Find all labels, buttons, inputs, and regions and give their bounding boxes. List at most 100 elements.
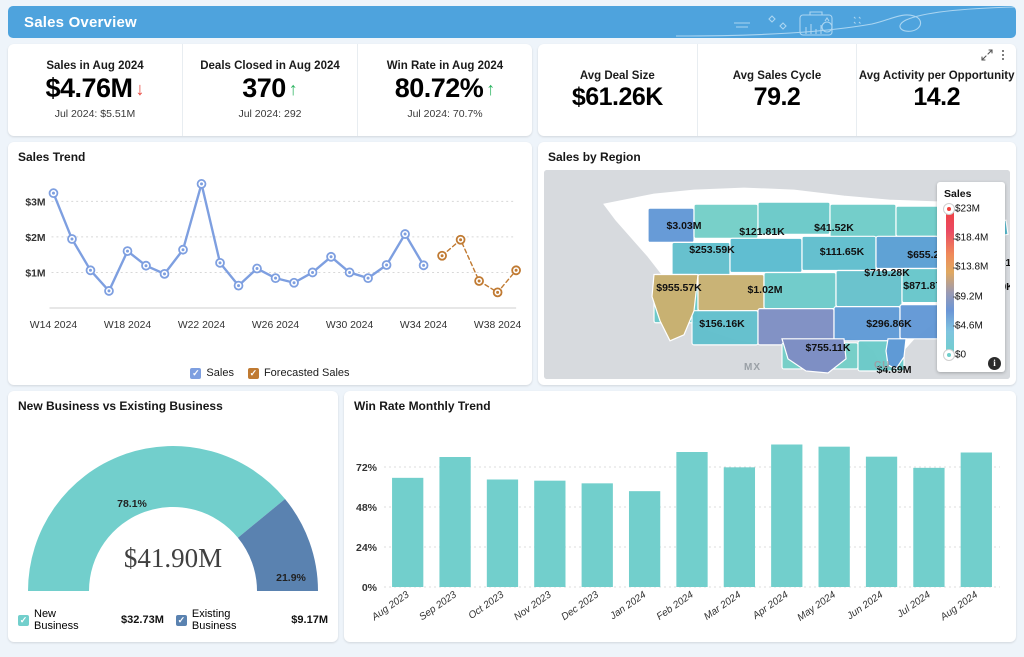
donut-center-total: $41.90M — [8, 543, 338, 574]
panel-title: Sales by Region — [538, 142, 1016, 164]
dashboard-header: Sales Overview — [8, 6, 1016, 38]
kpi-label: Deals Closed in Aug 2024 — [200, 60, 340, 72]
sales-trend-legend: Sales Forecasted Sales — [8, 367, 532, 379]
legend-title: Sales — [944, 188, 1000, 200]
svg-text:$2M: $2M — [25, 233, 45, 244]
kpi-value: $4.76M — [45, 74, 132, 102]
map-region-label: $296.86K — [866, 318, 912, 330]
kpi-card-sales[interactable]: Sales in Aug 2024 $4.76M ↓ Jul 2024: $5.… — [8, 44, 183, 136]
trend-down-arrow-icon: ↓ — [136, 80, 145, 98]
svg-text:Jun 2024: Jun 2024 — [844, 589, 885, 622]
map-region-label: $955.57K — [656, 282, 702, 294]
map-region-label: $1.02M — [747, 284, 782, 296]
legend-tick: $0 — [955, 350, 966, 361]
svg-text:Aug 2023: Aug 2023 — [369, 589, 412, 623]
legend-item-existing-business[interactable]: Existing Business — [176, 608, 277, 632]
map-region-label: $3.03M — [666, 220, 701, 232]
legend-tick: $4.6M — [955, 320, 983, 331]
country-code-mx: MX — [744, 362, 761, 373]
map-region-label: $41.52K — [814, 222, 854, 234]
svg-text:Mar 2024: Mar 2024 — [702, 589, 743, 622]
kpi-comparison: Jul 2024: 70.7% — [407, 108, 482, 120]
svg-text:Aug 2024: Aug 2024 — [938, 589, 981, 623]
checkbox-existing-business[interactable] — [176, 615, 187, 626]
donut-chart[interactable]: 78.1% 21.9% $41.90M — [8, 415, 338, 597]
svg-text:48%: 48% — [356, 502, 378, 514]
trend-up-arrow-icon: ↑ — [486, 80, 495, 98]
trend-up-arrow-icon: ↑ — [289, 80, 298, 98]
slice-pct-new-business: 78.1% — [117, 498, 147, 510]
expand-arrows-icon[interactable] — [981, 49, 993, 61]
svg-text:$3M: $3M — [25, 197, 45, 208]
legend-item-sales[interactable]: Sales — [190, 367, 234, 379]
country-code-cu: CU — [874, 360, 890, 371]
svg-text:24%: 24% — [356, 542, 378, 554]
map-region-label: $156.16K — [699, 318, 745, 330]
charts-row-upper: Sales Trend $1M$2M$3MW14 2024W18 2024W22… — [8, 142, 1016, 385]
kpi-group-primary: Sales in Aug 2024 $4.76M ↓ Jul 2024: $5.… — [8, 44, 532, 136]
sales-trend-plot[interactable]: $1M$2M$3MW14 2024W18 2024W22 2024W26 202… — [8, 168, 526, 348]
panel-sales-trend: Sales Trend $1M$2M$3MW14 2024W18 2024W22… — [8, 142, 532, 385]
charts-row-lower: New Business vs Existing Business 78.1% … — [8, 391, 1016, 642]
page-title: Sales Overview — [8, 14, 137, 31]
map-color-legend: Sales $23M$18.4M$13.8M$9.2M$4.6M$0 i — [937, 182, 1005, 372]
legend-label: Forecasted Sales — [264, 367, 350, 379]
svg-text:W18 2024: W18 2024 — [104, 320, 151, 331]
kpi-group-secondary: Avg Deal Size $61.26K Avg Sales Cycle 79… — [538, 44, 1016, 136]
panel-title: Win Rate Monthly Trend — [344, 391, 1016, 413]
checkbox-sales[interactable] — [190, 368, 201, 379]
color-gradient-bar — [946, 207, 954, 355]
kpi-comparison: Jul 2024: $5.51M — [55, 108, 136, 120]
panel-title: New Business vs Existing Business — [8, 391, 338, 413]
kpi-value: 79.2 — [754, 84, 801, 110]
region-map[interactable]: $3.03M$121.81K$41.52K$253.59K$111.65K$65… — [544, 170, 1010, 379]
kpi-value: $61.26K — [572, 84, 663, 110]
svg-text:Feb 2024: Feb 2024 — [655, 589, 696, 622]
panel-title: Sales Trend — [8, 142, 532, 164]
panel-new-vs-existing: New Business vs Existing Business 78.1% … — [8, 391, 338, 642]
kpi-card-deals-closed[interactable]: Deals Closed in Aug 2024 370 ↑ Jul 2024:… — [183, 44, 358, 136]
svg-text:Jul 2024: Jul 2024 — [895, 589, 933, 621]
win-rate-bar-plot[interactable]: 0%24%48%72%Aug 2023Sep 2023Oct 2023Nov 2… — [344, 421, 1008, 642]
map-region-label: $111.65K — [820, 246, 864, 258]
legend-tick: $18.4M — [955, 233, 988, 244]
checkbox-new-business[interactable] — [18, 615, 29, 626]
kpi-comparison: Jul 2024: 292 — [238, 108, 301, 120]
svg-text:W34 2024: W34 2024 — [400, 320, 447, 331]
legend-min-handle[interactable] — [943, 349, 955, 361]
svg-text:72%: 72% — [356, 462, 378, 474]
kpi-row: Sales in Aug 2024 $4.76M ↓ Jul 2024: $5.… — [8, 44, 1016, 136]
legend-item-forecasted-sales[interactable]: Forecasted Sales — [248, 367, 350, 379]
kpi-card-avg-sales-cycle[interactable]: Avg Sales Cycle 79.2 — [698, 44, 858, 136]
svg-text:Oct 2023: Oct 2023 — [467, 589, 507, 622]
svg-text:W38 2024: W38 2024 — [474, 320, 521, 331]
kpi-card-avg-deal-size[interactable]: Avg Deal Size $61.26K — [538, 44, 698, 136]
svg-text:Dec 2023: Dec 2023 — [560, 589, 602, 623]
info-icon[interactable]: i — [988, 357, 1001, 370]
kpi-label: Avg Activity per Opportunity — [859, 70, 1015, 82]
kebab-menu-icon[interactable] — [1002, 50, 1004, 60]
legend-item-new-business[interactable]: New Business — [18, 608, 103, 632]
svg-text:May 2024: May 2024 — [796, 589, 839, 623]
kpi-value: 370 — [242, 74, 286, 102]
svg-text:W14 2024: W14 2024 — [30, 320, 77, 331]
kpi-label: Avg Sales Cycle — [733, 70, 821, 82]
checkbox-forecasted-sales[interactable] — [248, 368, 259, 379]
panel-sales-by-region: Sales by Region $3.03M$121.81K$41.52K$25… — [538, 142, 1016, 385]
map-region-label: $121.81K — [739, 226, 785, 238]
map-region-label: $719.28K — [864, 267, 910, 279]
panel-win-rate-trend: Win Rate Monthly Trend 0%24%48%72%Aug 20… — [344, 391, 1016, 642]
legend-max-handle[interactable] — [943, 203, 955, 215]
svg-text:Jan 2024: Jan 2024 — [607, 589, 648, 622]
legend-tick: $9.2M — [955, 291, 983, 302]
legend-value-new-business: $32.73M — [121, 614, 164, 626]
legend-label: Sales — [206, 367, 234, 379]
svg-text:Nov 2023: Nov 2023 — [512, 589, 554, 623]
svg-text:W26 2024: W26 2024 — [252, 320, 299, 331]
kpi-label: Avg Deal Size — [580, 70, 655, 82]
kpi-card-win-rate[interactable]: Win Rate in Aug 2024 80.72% ↑ Jul 2024: … — [358, 44, 532, 136]
legend-label: Existing Business — [192, 608, 277, 632]
kpi-value: 80.72% — [395, 74, 484, 102]
header-decoration-illustration — [676, 6, 1016, 38]
legend-tick: $23M — [955, 204, 980, 215]
